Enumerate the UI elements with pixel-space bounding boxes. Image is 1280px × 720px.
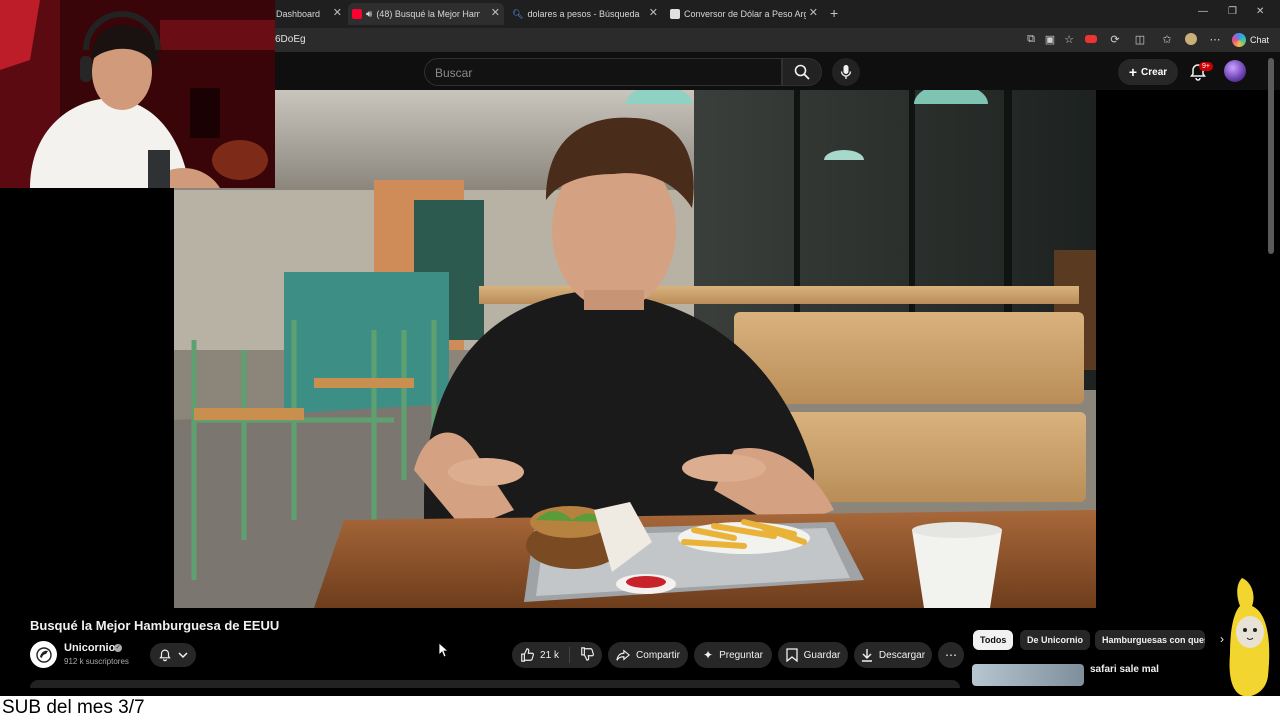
save-label: Guardar <box>803 649 841 661</box>
close-tab-icon[interactable]: ✕ <box>649 6 658 19</box>
search-favicon-icon: 🔍︎ <box>512 8 524 19</box>
refresh-extension-icon[interactable]: ⟳ <box>1108 32 1122 46</box>
subscriber-count: 912 k suscriptores <box>64 657 129 666</box>
bookmark-icon <box>786 648 798 662</box>
url-text[interactable]: 6DoEg <box>275 34 306 45</box>
tab-label: (48) Busqué la Mejor Hambur <box>376 9 481 19</box>
copilot-label: Chat <box>1250 35 1270 45</box>
close-window-icon[interactable]: ✕ <box>1256 6 1264 17</box>
sub-of-month-caption: SUB del mes 3/7 <box>2 697 145 718</box>
share-icon <box>616 649 631 661</box>
thumbs-down-icon <box>581 646 594 661</box>
tab-video[interactable]: 🔊︎ (48) Busqué la Mejor Hambur ✕ <box>348 3 504 25</box>
bell-icon <box>159 649 171 662</box>
close-tab-icon[interactable]: ✕ <box>491 6 500 19</box>
favorites-icon[interactable]: ✩ <box>1160 32 1174 46</box>
webcam-image <box>0 0 275 188</box>
app-install-icon[interactable]: ▣ <box>1043 32 1057 46</box>
download-label: Descargar <box>878 649 926 661</box>
profile-icon[interactable] <box>1184 32 1198 46</box>
ask-label: Preguntar <box>719 649 763 661</box>
tab-converter[interactable]: Conversor de Dólar a Peso Argent ✕ <box>666 3 822 25</box>
comments-divider <box>30 680 960 688</box>
save-button[interactable]: Guardar <box>778 642 848 668</box>
dislike-button[interactable] <box>580 646 594 664</box>
subscription-bell-button[interactable] <box>150 643 196 667</box>
chip-from-channel[interactable]: De Unicornio <box>1020 630 1091 650</box>
like-button[interactable]: 21 k <box>520 648 559 662</box>
favorite-star-icon[interactable]: ☆ <box>1062 32 1076 46</box>
tab-label: Conversor de Dólar a Peso Argent <box>684 9 806 19</box>
more-icon: ⋯ <box>945 648 957 662</box>
sparkle-icon: ✦ <box>703 648 714 662</box>
thumbs-up-icon <box>521 648 534 662</box>
extension-badge-icon[interactable] <box>1084 32 1098 46</box>
speaker-icon[interactable]: 🔊︎ <box>366 9 372 20</box>
verified-badge-icon: ✓ <box>114 644 122 652</box>
recommendation-thumbnail[interactable] <box>972 664 1084 686</box>
like-dislike-group: 21 k <box>512 642 602 668</box>
video-player[interactable] <box>174 90 1096 608</box>
more-menu-icon[interactable]: ⋯ <box>1208 32 1222 46</box>
banana-cat-sticker <box>1229 578 1270 697</box>
channel-name[interactable]: Unicornio <box>64 642 115 654</box>
create-button[interactable]: + Crear <box>1118 59 1178 85</box>
like-count: 21 k <box>540 649 559 661</box>
tab-label: Dashboard <box>276 9 321 19</box>
share-button[interactable]: Compartir <box>608 642 688 668</box>
mouse-cursor-icon <box>438 642 448 658</box>
tab-label: dolares a pesos - Búsqueda <box>527 9 640 19</box>
copilot-chat-button[interactable]: Chat <box>1232 31 1269 49</box>
tab-search[interactable]: 🔍︎ dolares a pesos - Búsqueda ✕ <box>508 3 662 25</box>
new-tab-button[interactable]: + <box>830 5 838 21</box>
video-frame-image <box>174 90 1096 608</box>
close-tab-icon[interactable]: ✕ <box>809 6 818 19</box>
download-icon <box>861 649 872 662</box>
ask-button[interactable]: ✦ Preguntar <box>694 642 772 668</box>
notification-count-badge: 9+ <box>1199 62 1213 71</box>
tab-dashboard[interactable]: Dashboard ✕ <box>276 3 346 25</box>
minimize-icon[interactable]: — <box>1198 6 1208 17</box>
page-scrollbar[interactable] <box>1268 58 1274 254</box>
channel-avatar[interactable] <box>30 641 57 668</box>
translate-icon[interactable]: ⧉ <box>1024 32 1038 46</box>
microphone-icon <box>840 65 852 79</box>
more-actions-button[interactable]: ⋯ <box>938 642 964 668</box>
youtube-favicon-icon <box>352 9 362 19</box>
streamer-webcam <box>0 0 275 188</box>
account-avatar[interactable] <box>1224 60 1246 82</box>
chip-all[interactable]: Todos <box>973 630 1014 650</box>
copilot-icon <box>1232 33 1246 47</box>
search-button[interactable] <box>782 58 822 86</box>
stream-caption-bar <box>0 696 1280 720</box>
like-divider <box>568 647 570 663</box>
close-tab-icon[interactable]: ✕ <box>333 6 342 19</box>
download-button[interactable]: Descargar <box>854 642 932 668</box>
share-label: Compartir <box>636 649 680 661</box>
search-icon <box>794 64 810 80</box>
voice-search-button[interactable] <box>832 58 860 86</box>
video-title: Busqué la Mejor Hamburguesa de EEUU <box>30 618 280 633</box>
chip-topic[interactable]: Hamburguesas con queso <box>1095 630 1205 650</box>
search-input[interactable]: Buscar <box>424 58 782 86</box>
recommendation-title[interactable]: safari sale mal <box>1090 664 1159 675</box>
chevron-down-icon <box>178 652 188 659</box>
unicorn-logo-icon <box>35 646 52 663</box>
create-label: Crear <box>1141 66 1168 78</box>
split-screen-icon[interactable]: ◫ <box>1133 32 1147 46</box>
maximize-icon[interactable]: ❐ <box>1228 6 1237 17</box>
screen: Dashboard ✕ 🔊︎ (48) Busqué la Mejor Hamb… <box>0 0 1280 720</box>
plus-icon: + <box>1128 64 1138 80</box>
converter-favicon-icon <box>670 9 680 19</box>
